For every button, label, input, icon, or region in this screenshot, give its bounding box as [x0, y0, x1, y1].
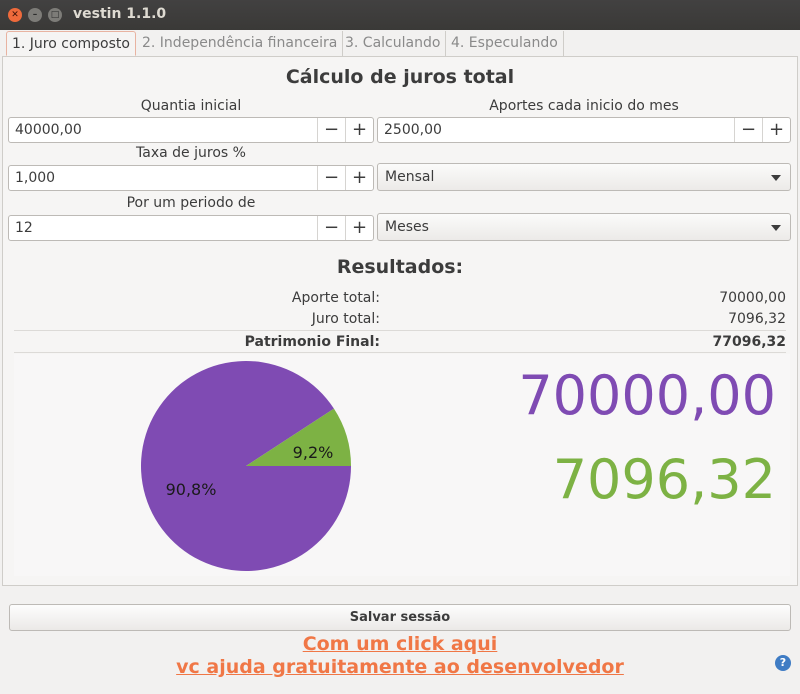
- initial-amount-increment-button[interactable]: +: [345, 118, 373, 142]
- window-title: vestin 1.1.0: [73, 6, 167, 22]
- interest-rate-increment-button[interactable]: +: [345, 166, 373, 190]
- initial-amount-spinbox[interactable]: 40000,00 − +: [8, 117, 374, 143]
- tab-independencia-financeira[interactable]: 2. Independência financeira: [137, 31, 344, 56]
- total-interest-value: 7096,32: [728, 311, 786, 327]
- window-maximize-button[interactable]: □: [48, 8, 62, 22]
- results-heading: Resultados:: [336, 256, 464, 278]
- title-bar: ✕ – □ vestin 1.1.0: [0, 0, 800, 30]
- monthly-contrib-spinbox[interactable]: 2500,00 − +: [377, 117, 791, 143]
- pie-label-contrib: 90,8%: [166, 480, 217, 499]
- rate-period-value: Mensal: [385, 169, 435, 185]
- calc-heading: Cálculo de juros total: [285, 66, 515, 88]
- rate-period-select[interactable]: Mensal: [377, 163, 791, 191]
- big-contrib-number: 70000,00: [518, 364, 776, 427]
- pie-chart: 90,8% 9,2%: [141, 361, 351, 572]
- total-contrib-value: 70000,00: [719, 290, 786, 306]
- period-unit-value: Meses: [385, 219, 429, 235]
- interest-rate-value[interactable]: 1,000: [15, 170, 55, 186]
- tab-especulando[interactable]: 4. Especulando: [446, 31, 564, 56]
- initial-amount-decrement-button[interactable]: −: [317, 118, 345, 142]
- chevron-down-icon: [771, 225, 781, 231]
- interest-rate-label: Taxa de juros %: [136, 145, 246, 161]
- period-spinbox[interactable]: 12 − +: [8, 215, 374, 241]
- help-icon[interactable]: ?: [775, 655, 791, 671]
- pie-label-interest: 9,2%: [293, 443, 334, 462]
- monthly-contrib-increment-button[interactable]: +: [762, 118, 790, 142]
- results-divider: [14, 330, 786, 331]
- window-minimize-button[interactable]: –: [28, 8, 42, 22]
- donate-link-line1[interactable]: Com um click aqui: [0, 633, 800, 655]
- pie-slice-contrib: [141, 361, 351, 572]
- interest-rate-decrement-button[interactable]: −: [317, 166, 345, 190]
- total-interest-label: Juro total:: [311, 311, 380, 327]
- chevron-down-icon: [771, 175, 781, 181]
- big-interest-number: 7096,32: [552, 448, 776, 511]
- donate-link-line2[interactable]: vc ajuda gratuitamente ao desenvolvedor: [0, 656, 800, 678]
- initial-amount-value[interactable]: 40000,00: [15, 122, 82, 138]
- initial-amount-label: Quantia inicial: [140, 98, 242, 114]
- interest-rate-spinbox[interactable]: 1,000 − +: [8, 165, 374, 191]
- period-label: Por um periodo de: [126, 195, 256, 211]
- monthly-contrib-decrement-button[interactable]: −: [734, 118, 762, 142]
- tab-calculando[interactable]: 3. Calculando: [340, 31, 447, 56]
- period-value[interactable]: 12: [15, 220, 33, 236]
- total-contrib-label: Aporte total:: [291, 290, 380, 306]
- period-unit-select[interactable]: Meses: [377, 213, 791, 241]
- window-close-button[interactable]: ✕: [8, 8, 22, 22]
- tab-juro-composto[interactable]: 1. Juro composto: [6, 31, 136, 56]
- final-patrimony-value: 77096,32: [712, 334, 786, 350]
- period-increment-button[interactable]: +: [345, 216, 373, 240]
- monthly-contrib-value[interactable]: 2500,00: [384, 122, 442, 138]
- period-decrement-button[interactable]: −: [317, 216, 345, 240]
- save-session-button[interactable]: Salvar sessão: [9, 604, 791, 631]
- final-patrimony-label: Patrimonio Final:: [244, 334, 380, 350]
- monthly-contrib-label: Aportes cada inicio do mes: [489, 98, 679, 114]
